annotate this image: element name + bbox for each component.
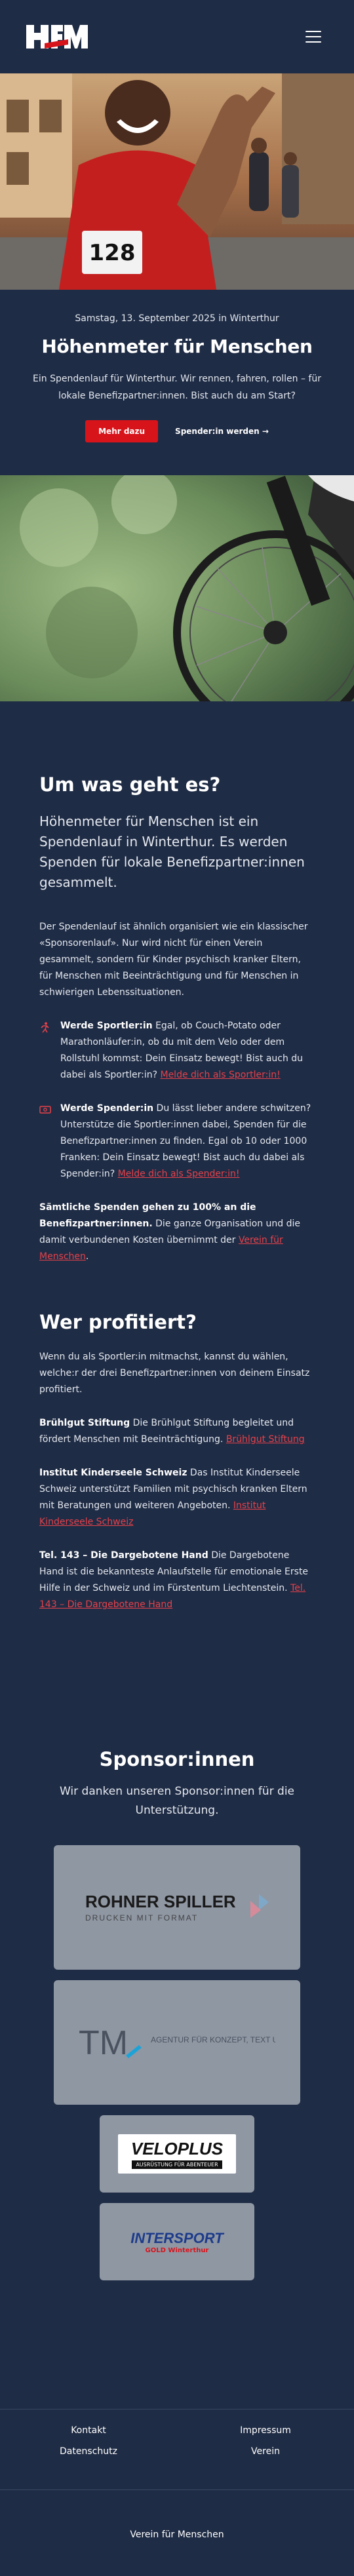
donation-note: Sämtliche Spenden gehen zu 100% an die B… — [39, 1200, 315, 1265]
about-lead: Höhenmeter für Menschen ist ein Spendenl… — [39, 813, 305, 890]
about-title: Um was geht es? — [39, 773, 221, 796]
donation-note-end: . — [85, 1251, 89, 1262]
sponsors-subtitle: Wir danken unseren Sponsor:innen für die… — [60, 1785, 294, 1817]
svg-text:TM: TM — [79, 2024, 128, 2062]
beneficiaries-title: Wer profitiert? — [39, 1311, 197, 1333]
svg-text:ROHNER SPILLER: ROHNER SPILLER — [85, 1892, 236, 1911]
beneficiary-tel143: Tel. 143 – Die Dargebotene Hand Die Darg… — [39, 1548, 315, 1613]
bib-number: 128 — [89, 240, 136, 266]
svg-text:AGENTUR FÜR KONZEPT, TEXT UND: AGENTUR FÜR KONZEPT, TEXT UND DESIGN — [151, 2035, 275, 2044]
logo-mark — [26, 25, 88, 49]
event-date: Samstag, 13. September 2025 in Winterthu… — [75, 313, 279, 324]
footer-link-kontakt[interactable]: Kontakt — [0, 2425, 177, 2436]
sponsors-title: Sponsor:innen — [99, 1748, 255, 1770]
sponsors-section: Sponsor:innen Wir danken unseren Sponsor… — [0, 1630, 354, 2409]
hero-subtitle: Ein Spendenlauf für Winterthur. Wir renn… — [33, 374, 321, 401]
beneficiary-bruehlgut: Brühlgut Stiftung Die Brühlgut Stiftung … — [39, 1415, 315, 1448]
page-title: Höhenmeter für Menschen — [41, 336, 313, 357]
beneficiary-name: Tel. 143 – Die Dargebotene Hand — [39, 1550, 208, 1561]
beneficiaries-intro: Wenn du als Sportler:in mitmachst, kanns… — [39, 1352, 310, 1395]
svg-text:DRUCKEN MIT FORMAT: DRUCKEN MIT FORMAT — [85, 1913, 198, 1922]
sponsor-logo-veloplus[interactable]: VELOPLUS AUSRÜSTUNG FÜR ABENTEUER — [100, 2115, 254, 2193]
sponsor-logo-intersport[interactable]: INTERSPORT GOLD Winterthur — [100, 2203, 254, 2280]
veloplus-name: VELOPLUS — [130, 2139, 224, 2158]
feature-athlete-title: Werde Sportler:in — [60, 1021, 153, 1031]
intersport-name: INTERSPORT — [130, 2229, 224, 2246]
footer-links: Kontakt Impressum Datenschutz Verein — [0, 2425, 354, 2489]
beneficiary-name: Institut Kinderseele Schweiz — [39, 1468, 187, 1478]
footer-association-name[interactable]: Verein für Menschen — [130, 2529, 224, 2540]
beneficiary-kinderseele: Institut Kinderseele Schweiz Das Institu… — [39, 1465, 315, 1531]
feature-donor-title: Werde Spender:in — [60, 1103, 154, 1114]
veloplus-tagline: AUSRÜSTUNG FÜR ABENTEUER — [132, 2160, 222, 2169]
menu-hamburger-icon[interactable] — [305, 31, 321, 43]
footer-link-datenschutz[interactable]: Datenschutz — [0, 2446, 177, 2457]
footer-link-verein[interactable]: Verein — [177, 2446, 354, 2457]
beneficiaries-section: Wer profitiert? Wenn du als Sportler:in … — [39, 1282, 315, 1613]
cyclist-image — [0, 475, 354, 701]
feature-athlete: Werde Sportler:in Egal, ob Couch-Potato … — [39, 1018, 315, 1083]
footer-link-impressum[interactable]: Impressum — [177, 2425, 354, 2436]
donor-signup-link[interactable]: Melde dich als Spender:in! — [118, 1169, 240, 1179]
site-logo[interactable] — [25, 22, 89, 51]
hero-image: 128 — [0, 73, 354, 290]
become-donor-link[interactable]: Spender:in werden → — [175, 427, 269, 436]
intersport-tagline: GOLD Winterthur — [145, 2246, 209, 2254]
beneficiary-name: Brühlgut Stiftung — [39, 1418, 130, 1428]
feature-donor-text: Du lässt lieber andere schwitzen? Unters… — [60, 1103, 311, 1179]
bruehlgut-link[interactable]: Brühlgut Stiftung — [226, 1434, 305, 1445]
feature-donor: Werde Spender:in Du lässt lieber andere … — [39, 1101, 315, 1182]
runner-icon — [39, 1018, 51, 1083]
sponsor-logo-rohner-spiller[interactable]: ROHNER SPILLER DRUCKEN MIT FORMAT — [54, 1845, 300, 1970]
about-intro: Der Spendenlauf ist ähnlich organisiert … — [39, 922, 308, 998]
main-content: Um was geht es? Höhenmeter für Menschen … — [0, 701, 354, 1613]
hero-actions: Mehr dazu Spender:in werden → — [21, 420, 333, 442]
athlete-signup-link[interactable]: Melde dich als Sportler:in! — [160, 1070, 280, 1080]
site-footer: Kontakt Impressum Datenschutz Verein Ver… — [0, 2409, 354, 2566]
more-info-button[interactable]: Mehr dazu — [85, 420, 159, 442]
money-icon — [39, 1101, 51, 1182]
footer-bottom: Verein für Menschen — [0, 2489, 354, 2566]
sponsor-logo-tm[interactable]: TM AGENTUR FÜR KONZEPT, TEXT UND DESIGN — [54, 1980, 300, 2105]
site-header — [0, 0, 354, 73]
hero-section: Samstag, 13. September 2025 in Winterthu… — [0, 290, 354, 475]
